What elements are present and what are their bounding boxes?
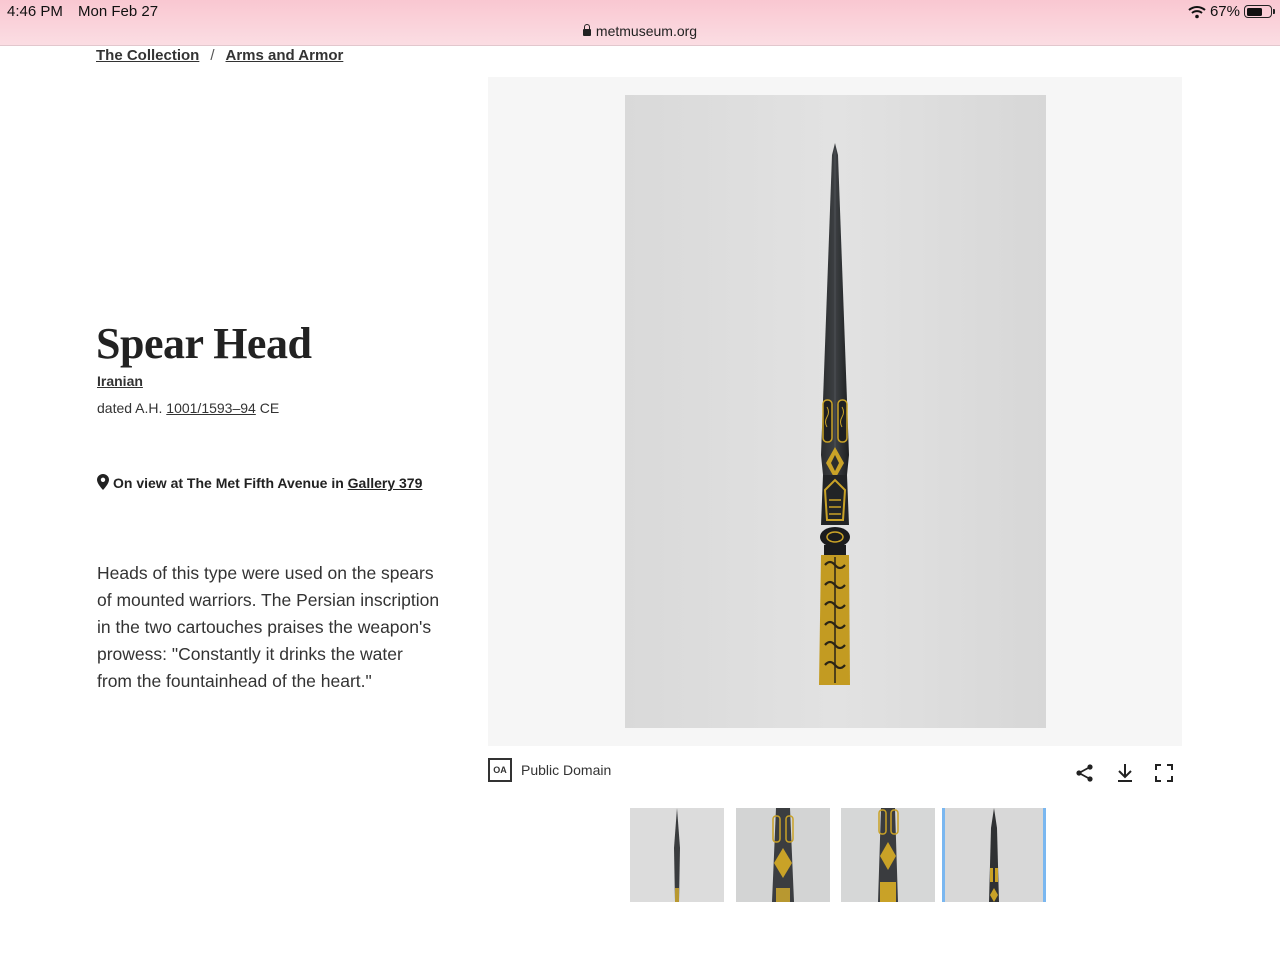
object-date: dated A.H. 1001/1593–94 CE: [97, 400, 279, 416]
thumbnail-1[interactable]: [630, 808, 724, 902]
breadcrumb-collection-link[interactable]: The Collection: [96, 47, 199, 64]
lock-icon: [582, 24, 591, 36]
on-view-text: On view at The Met Fifth Avenue in: [113, 475, 348, 491]
object-description: Heads of this type were used on the spea…: [97, 563, 440, 691]
page-title: Spear Head: [96, 319, 312, 368]
on-view-info: On view at The Met Fifth Avenue in Galle…: [97, 473, 427, 494]
breadcrumb-arms-armor-link[interactable]: Arms and Armor: [226, 47, 344, 64]
status-date: Mon Feb 27: [78, 3, 159, 20]
download-icon[interactable]: [1115, 763, 1135, 783]
date-link[interactable]: 1001/1593–94: [166, 400, 256, 416]
thumbnail-4-active[interactable]: [942, 808, 1046, 902]
thumbnail-2[interactable]: [736, 808, 830, 902]
location-pin-icon: [97, 474, 109, 490]
fullscreen-icon[interactable]: [1154, 763, 1174, 783]
status-time: 4:46 PM: [7, 3, 63, 20]
culture-link[interactable]: Iranian: [97, 373, 143, 389]
open-access-badge: OA: [488, 758, 512, 782]
thumbnail-3[interactable]: [841, 808, 935, 902]
status-right: 67%: [1188, 3, 1275, 20]
share-icon[interactable]: [1075, 763, 1095, 783]
battery-percent: 67%: [1209, 3, 1240, 20]
status-bar: 4:46 PM Mon Feb 27 67% metmuseum.org: [0, 0, 1280, 46]
gallery-link[interactable]: Gallery 379: [348, 475, 423, 491]
address-bar[interactable]: metmuseum.org: [0, 23, 1280, 39]
rights-label: Public Domain: [521, 762, 612, 778]
url-text: metmuseum.org: [595, 23, 698, 39]
object-image[interactable]: [625, 95, 1046, 728]
date-prefix: dated A.H.: [97, 400, 167, 416]
wifi-icon: [1188, 5, 1206, 18]
date-suffix: CE: [255, 400, 280, 416]
battery-icon: [1244, 5, 1275, 18]
breadcrumb-separator: /: [210, 47, 215, 64]
breadcrumb: The Collection / Arms and Armor: [96, 47, 343, 64]
